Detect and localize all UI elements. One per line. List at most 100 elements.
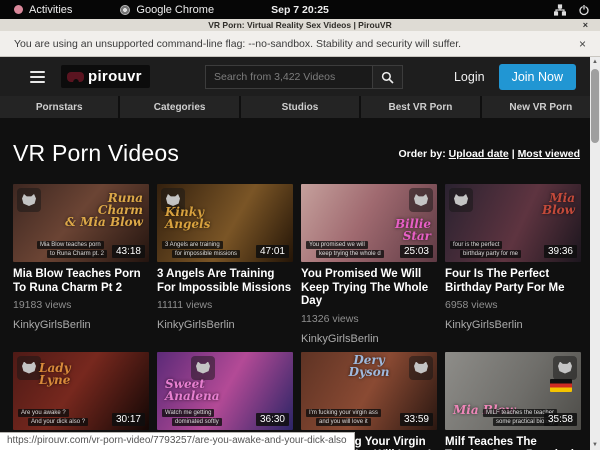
studio-cat-mask-icon: [449, 188, 473, 212]
scrollbar-thumb[interactable]: [591, 69, 599, 143]
studio-link[interactable]: KinkyGirlsBerlin: [13, 319, 149, 331]
vr-goggles-icon: [67, 72, 84, 82]
studio-cat-mask-icon: [409, 356, 433, 380]
warning-text: You are using an unsupported command-lin…: [14, 38, 461, 50]
studio-cat-mask-icon: [17, 356, 41, 380]
focused-app-menu[interactable]: Google Chrome: [120, 4, 214, 16]
studio-link[interactable]: KinkyGirlsBerlin: [157, 319, 293, 331]
view-count: 11326 views: [301, 313, 437, 325]
video-title[interactable]: Mia Blow Teaches Porn To Runa Charm Pt 2: [13, 268, 149, 295]
duration-badge: 35:58: [544, 413, 577, 426]
duration-badge: 33:59: [400, 413, 433, 426]
scrollbar-up-icon[interactable]: ▲: [592, 57, 598, 67]
recording-dot-icon: [14, 5, 23, 14]
power-icon[interactable]: [578, 4, 590, 16]
video-card[interactable]: Mia Blow four is the perfectbirthday par…: [445, 184, 581, 345]
page-title: VR Porn Videos: [13, 140, 179, 167]
thumb-caption: And your dick also ?: [28, 418, 88, 426]
video-grid: Runa Charm & Mia Blow Mia Blow teaches p…: [0, 184, 600, 450]
browser-title-bar: VR Porn: Virtual Reality Sex Videos | Pi…: [0, 19, 600, 31]
thumbnail-performer-name: Kinky Angels: [165, 206, 210, 230]
video-thumbnail[interactable]: Dery Dyson I'm fucking your virgin assan…: [301, 352, 437, 430]
video-thumbnail[interactable]: Lady Lyne Are you awake ?And your dick a…: [13, 352, 149, 430]
video-title[interactable]: Milf Teaches The Teacher Some Practical …: [445, 436, 581, 450]
video-title[interactable]: Four Is The Perfect Birthday Party For M…: [445, 268, 581, 295]
duration-badge: 39:36: [544, 245, 577, 258]
order-by: Order by: Upload date | Most viewed: [398, 148, 580, 160]
video-thumbnail[interactable]: Sweet Analena Watch me gettingdominated …: [157, 352, 293, 430]
thumb-caption: Mia Blow teaches porn: [37, 241, 104, 249]
menu-item-best-vr[interactable]: Best VR Porn: [361, 96, 479, 118]
studio-cat-mask-icon: [409, 188, 433, 212]
thumb-caption: You promised we will: [306, 241, 368, 249]
thumbnail-performer-name: Billie Star: [395, 218, 431, 242]
thumb-caption: keep trying the whole d: [316, 250, 384, 258]
login-link[interactable]: Login: [454, 70, 485, 84]
search-input[interactable]: [205, 65, 373, 89]
search-button[interactable]: [373, 65, 403, 89]
order-separator: |: [512, 148, 515, 160]
thumb-caption: birthday party for me: [460, 250, 521, 258]
close-icon[interactable]: ×: [583, 19, 588, 31]
video-title[interactable]: You Promised We Will Keep Trying The Who…: [301, 268, 437, 309]
network-icon[interactable]: [554, 4, 566, 16]
studio-link[interactable]: KinkyGirlsBerlin: [445, 319, 581, 331]
studio-link[interactable]: KinkyGirlsBerlin: [301, 333, 437, 345]
activities-button[interactable]: Activities: [14, 4, 72, 16]
studio-cat-mask-icon: [553, 356, 577, 380]
view-count: 6958 views: [445, 299, 581, 311]
duration-badge: 36:30: [256, 413, 289, 426]
video-card[interactable]: Billie Star You promised we willkeep try…: [301, 184, 437, 345]
menu-item-studios[interactable]: Studios: [241, 96, 359, 118]
search-icon: [381, 71, 394, 84]
site-logo[interactable]: pirouvr: [61, 65, 150, 88]
thumbnail-performer-name: Lady Lyne: [39, 362, 71, 386]
order-upload-date-link[interactable]: Upload date: [449, 148, 509, 160]
video-title[interactable]: 3 Angels Are Training For Impossible Mis…: [157, 268, 293, 295]
thumb-caption: I'm fucking your virgin ass: [306, 409, 381, 417]
order-by-label: Order by:: [398, 148, 445, 160]
thumb-caption: for impossible missions: [172, 250, 240, 258]
thumb-caption: Watch me getting: [162, 409, 214, 417]
clock[interactable]: Sep 7 20:25: [271, 4, 329, 16]
thumbnail-performer-name: Dery Dyson: [349, 354, 390, 378]
search-bar: [205, 65, 403, 89]
studio-cat-mask-icon: [17, 188, 41, 212]
thumb-caption: to Runa Charm pt. 2: [47, 250, 107, 258]
system-top-bar: Activities Google Chrome Sep 7 20:25: [0, 0, 600, 19]
video-card[interactable]: Mia Blow MILF teaches the teachersome pr…: [445, 352, 581, 450]
thumb-caption: four is the perfect: [450, 241, 502, 249]
video-card[interactable]: Runa Charm & Mia Blow Mia Blow teaches p…: [13, 184, 149, 345]
site-navbar: pirouvr Login Join Now: [0, 57, 600, 96]
activities-label: Activities: [29, 4, 72, 16]
video-thumbnail[interactable]: Billie Star You promised we willkeep try…: [301, 184, 437, 262]
hamburger-menu-icon[interactable]: [30, 71, 45, 83]
thumbnail-performer-name: Mia Blow: [542, 192, 575, 216]
duration-badge: 30:17: [112, 413, 145, 426]
sandbox-warning-bar: You are using an unsupported command-lin…: [0, 31, 600, 57]
site-menu: Pornstars Categories Studios Best VR Por…: [0, 96, 600, 118]
german-flag-icon: [550, 379, 572, 392]
join-now-button[interactable]: Join Now: [499, 64, 576, 90]
scrollbar[interactable]: ▲ ▼: [590, 57, 600, 450]
order-most-viewed-link[interactable]: Most viewed: [518, 148, 580, 160]
studio-cat-mask-icon: [191, 356, 215, 380]
thumb-caption: 3 Angels are training: [162, 241, 223, 249]
menu-item-pornstars[interactable]: Pornstars: [0, 96, 118, 118]
view-count: 11111 views: [157, 299, 293, 311]
video-thumbnail[interactable]: Mia Blow MILF teaches the teachersome pr…: [445, 352, 581, 430]
menu-item-categories[interactable]: Categories: [120, 96, 238, 118]
duration-badge: 47:01: [256, 245, 289, 258]
menu-item-new-vr[interactable]: New VR Porn: [482, 96, 600, 118]
video-thumbnail[interactable]: Kinky Angels 3 Angels are trainingfor im…: [157, 184, 293, 262]
thumb-caption: dominated softly: [172, 418, 222, 426]
view-count: 19183 views: [13, 299, 149, 311]
thumbnail-performer-name: Runa Charm & Mia Blow: [65, 192, 143, 228]
scrollbar-down-icon[interactable]: ▼: [592, 440, 598, 450]
video-thumbnail[interactable]: Mia Blow four is the perfectbirthday par…: [445, 184, 581, 262]
warning-close-icon[interactable]: ×: [579, 37, 586, 51]
thumb-caption: and you will love it: [316, 418, 371, 426]
logo-text: pirouvr: [88, 68, 142, 85]
video-thumbnail[interactable]: Runa Charm & Mia Blow Mia Blow teaches p…: [13, 184, 149, 262]
video-card[interactable]: Kinky Angels 3 Angels are trainingfor im…: [157, 184, 293, 345]
